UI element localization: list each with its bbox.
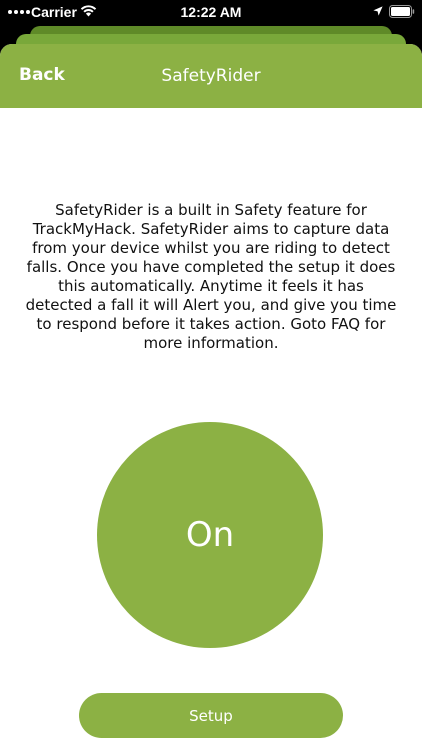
- battery-icon: [389, 5, 415, 18]
- modal-sheet: Back SafetyRider SafetyRider is a built …: [0, 44, 422, 750]
- status-time: 12:22 AM: [180, 4, 242, 20]
- status-bar: Carrier 12:22 AM: [0, 0, 422, 26]
- page-title: SafetyRider: [161, 66, 261, 86]
- setup-button[interactable]: Setup: [79, 693, 343, 738]
- navigation-bar: Back SafetyRider: [0, 44, 422, 108]
- location-arrow-icon: [373, 6, 383, 16]
- toggle-label: On: [185, 515, 235, 555]
- safety-toggle-button[interactable]: On: [97, 422, 323, 648]
- description-text: SafetyRider is a built in Safety feature…: [25, 201, 397, 352]
